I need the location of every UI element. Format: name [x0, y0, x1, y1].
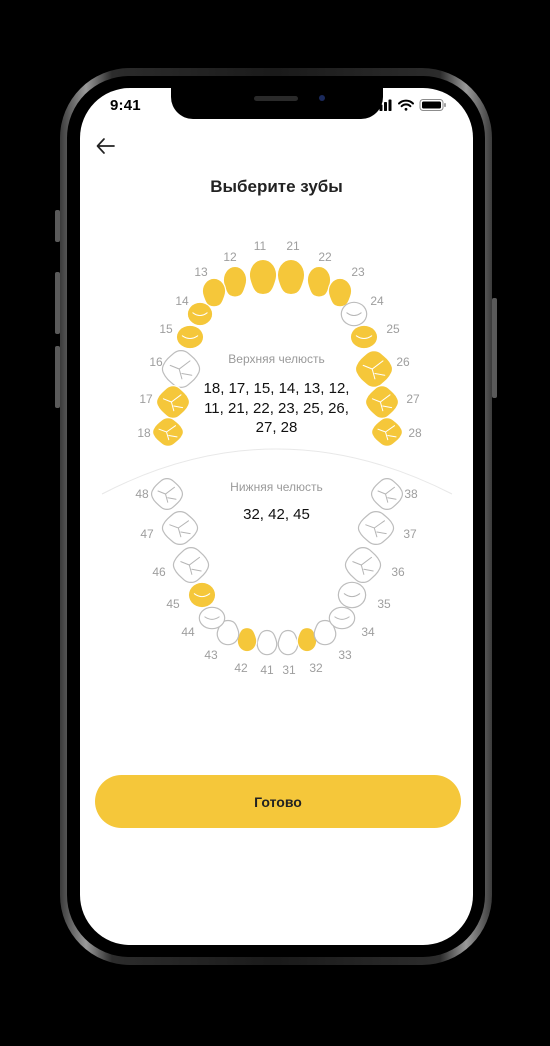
volume-up-button — [55, 272, 60, 334]
tooth-number-46: 46 — [152, 565, 166, 579]
lower-jaw-label: Нижняя челюсть — [230, 480, 323, 494]
tooth-41[interactable]: 41 — [256, 629, 278, 678]
tooth-number-15: 15 — [159, 322, 173, 336]
tooth-15[interactable]: 15 — [159, 322, 205, 350]
tooth-number-43: 43 — [204, 648, 218, 662]
tooth-14-shape[interactable] — [186, 301, 214, 327]
tooth-21-shape[interactable] — [276, 258, 306, 296]
tooth-number-41: 41 — [260, 663, 274, 677]
tooth-23-shape[interactable] — [327, 277, 353, 308]
tooth-number-44: 44 — [181, 625, 195, 639]
tooth-24-shape[interactable] — [340, 301, 368, 327]
app-screen: 9:41 Выберите зубы 11 12 13 14 15 16 17 18 21 22 2… — [80, 88, 473, 945]
tooth-number-22: 22 — [318, 250, 332, 264]
power-button — [492, 298, 497, 398]
tooth-21[interactable]: 21 — [276, 239, 306, 296]
done-button[interactable]: Готово — [95, 775, 461, 828]
tooth-number-32: 32 — [309, 661, 323, 675]
tooth-number-13: 13 — [194, 265, 208, 279]
tooth-23[interactable]: 23 — [327, 265, 365, 308]
tooth-13[interactable]: 13 — [194, 265, 227, 308]
tooth-22-shape[interactable] — [306, 265, 332, 298]
tooth-45[interactable]: 45 — [166, 581, 217, 611]
tooth-25[interactable]: 25 — [349, 322, 400, 350]
tooth-12-shape[interactable] — [222, 265, 248, 298]
tooth-number-34: 34 — [361, 625, 375, 639]
tooth-number-42: 42 — [234, 661, 248, 675]
tooth-11-shape[interactable] — [248, 258, 278, 296]
upper-jaw-label: Верхняя челюсть — [228, 352, 325, 366]
tooth-number-23: 23 — [351, 265, 365, 279]
lower-jaw-selected: 32, 42, 45 — [243, 506, 310, 523]
tooth-number-11: 11 — [254, 239, 267, 253]
tooth-46[interactable]: 46 — [152, 546, 210, 584]
tooth-11[interactable]: 11 — [248, 239, 278, 296]
tooth-45-shape[interactable] — [187, 581, 217, 609]
tooth-number-12: 12 — [223, 250, 237, 264]
tooth-32-shape[interactable] — [296, 626, 318, 653]
tooth-number-45: 45 — [166, 597, 180, 611]
tooth-44-shape[interactable] — [198, 606, 226, 630]
tooth-12[interactable]: 12 — [222, 250, 248, 298]
tooth-number-37: 37 — [403, 527, 417, 541]
tooth-34-shape[interactable] — [328, 606, 356, 630]
tooth-number-14: 14 — [175, 294, 189, 308]
tooth-15-shape[interactable] — [175, 324, 205, 350]
tooth-35[interactable]: 35 — [337, 581, 391, 611]
tooth-number-25: 25 — [386, 322, 400, 336]
tooth-number-33: 33 — [338, 648, 352, 662]
tooth-number-31: 31 — [282, 663, 296, 677]
tooth-number-47: 47 — [140, 527, 154, 541]
tooth-25-shape[interactable] — [349, 324, 379, 350]
tooth-number-24: 24 — [370, 294, 384, 308]
tooth-number-21: 21 — [286, 239, 300, 253]
tooth-13-shape[interactable] — [201, 277, 227, 308]
tooth-31[interactable]: 31 — [277, 629, 299, 678]
tooth-36[interactable]: 36 — [344, 546, 405, 584]
tooth-46-shape[interactable] — [172, 546, 210, 584]
mute-switch — [55, 210, 60, 242]
tooth-35-shape[interactable] — [337, 581, 367, 609]
tooth-41-shape[interactable] — [256, 629, 278, 656]
tooth-42-shape[interactable] — [236, 626, 258, 653]
tooth-36-shape[interactable] — [344, 546, 382, 584]
upper-jaw-selected: 18, 17, 15, 14, 13, 12, 11, 21, 22, 23, … — [203, 380, 350, 436]
volume-down-button — [55, 346, 60, 408]
tooth-number-35: 35 — [377, 597, 391, 611]
tooth-number-36: 36 — [391, 565, 405, 579]
tooth-31-shape[interactable] — [277, 629, 299, 656]
